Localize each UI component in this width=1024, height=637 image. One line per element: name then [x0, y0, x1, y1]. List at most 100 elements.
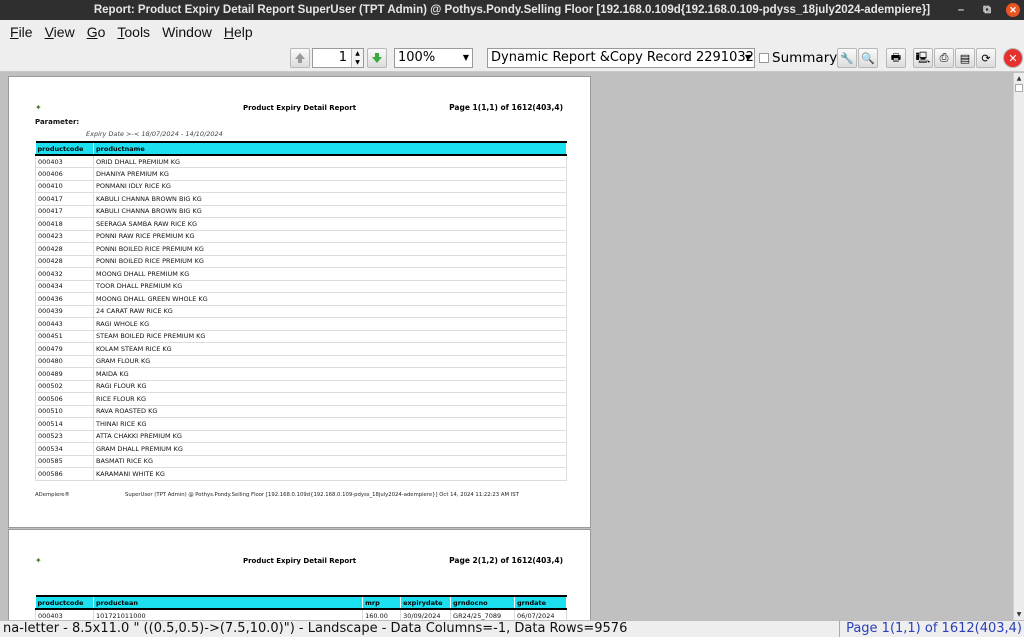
archive-button[interactable]: ⎙ [934, 48, 954, 68]
report-toolbar: 1 ▲ ▼ 100% ▼ Dynamic Report &Copy Record … [0, 44, 1024, 72]
footer-info: SuperUser (TPT Admin) @ Pothys.Pondy.Sel… [125, 492, 519, 498]
scroll-down-icon[interactable]: ▼ [1014, 609, 1024, 620]
checkbox-icon[interactable] [759, 53, 769, 63]
table-row: 000514 THINAI RICE KG [35, 417, 567, 431]
cell-productcode: 000514 [35, 417, 94, 431]
cell-productcode: 000432 [35, 267, 94, 281]
chevron-down-icon: ▼ [744, 53, 752, 62]
cell-expirydate: 30/09/2024 [400, 609, 452, 620]
cell-productcode: 000418 [35, 217, 94, 231]
table-row: 000439 24 CARAT RAW RICE KG [35, 305, 567, 318]
cell-productcode: 000480 [35, 355, 94, 368]
cell-productcode: 000534 [35, 442, 94, 456]
table-row: 000443 RAGI WHOLE KG [35, 317, 567, 331]
previous-page-button[interactable] [290, 48, 310, 68]
cell-productcode: 000502 [35, 380, 94, 393]
summary-checkbox[interactable]: Summary [759, 48, 837, 68]
window-title-bar: Report: Product Expiry Detail Report Sup… [0, 0, 1024, 20]
menu-view[interactable]: View [45, 24, 75, 40]
table-row: 000479 KOLAM STEAM RICE KG [35, 342, 567, 356]
cell-productname: ATTA CHAKKI PREMIUM KG [93, 430, 567, 443]
zoom-select[interactable]: 100% ▼ [394, 48, 473, 68]
scroll-up-icon[interactable]: ▲ [1014, 73, 1024, 84]
cell-productcode: 000406 [35, 167, 94, 181]
column-header-mrp: mrp [362, 595, 402, 610]
cell-productcode: 000417 [35, 205, 94, 218]
cell-productcode: 000439 [35, 305, 94, 318]
cell-productcode: 000403 [35, 155, 94, 168]
find-button[interactable]: 🔍 [858, 48, 878, 68]
cell-productname: TOOR DHALL PREMIUM KG [93, 280, 567, 293]
menu-help[interactable]: Help [224, 24, 253, 40]
spinner-arrows-icon[interactable]: ▲ ▼ [351, 49, 363, 67]
zoom-value: 100% [398, 50, 436, 65]
refresh-button[interactable]: ⟳ [976, 48, 996, 68]
next-page-button[interactable] [367, 48, 387, 68]
cell-productean: 101721011000 [93, 609, 364, 620]
column-header-productean: productean [93, 595, 364, 610]
scrollbar-thumb[interactable] [1015, 84, 1023, 92]
customize-report-button[interactable]: 🔧 [837, 48, 857, 68]
report-format-select[interactable]: Dynamic Report &Copy Record 2291032 ▼ [487, 48, 755, 68]
table-row: 000417 KABULI CHANNA BROWN BIG KG [35, 192, 567, 206]
page-number-value: 1 [338, 50, 347, 65]
table-row: 000586 KARAMANI WHITE KG [35, 467, 567, 481]
table-row: 000403 101721011000 160.00 30/09/2024 GR24/2… [35, 609, 567, 620]
report-page-2: ✦ Product Expiry Detail Report Page 2(1,… [8, 529, 591, 620]
table-row: 000423 PONNI RAW RICE PREMIUM KG [35, 230, 567, 243]
menu-window[interactable]: Window [162, 24, 212, 40]
cell-productname: MOONG DHALL PREMIUM KG [93, 267, 567, 281]
page-number-spinner[interactable]: 1 ▲ ▼ [312, 48, 364, 68]
close-report-button[interactable]: ✕ [1003, 48, 1023, 68]
send-mail-button[interactable]: 🖳 [913, 48, 933, 68]
vertical-scrollbar[interactable]: ▲ ▼ [1013, 73, 1024, 620]
cell-grndocno: GR24/25_7089 [450, 609, 515, 620]
export-button[interactable]: ▤ [955, 48, 975, 68]
report-viewport[interactable]: ✦ Product Expiry Detail Report Page 1(1,… [0, 73, 1013, 620]
print-button[interactable]: 🖶 [886, 48, 906, 68]
cell-grndate: 06/07/2024 [514, 609, 567, 620]
arrow-down-icon [372, 53, 382, 63]
report-page-1: ✦ Product Expiry Detail Report Page 1(1,… [8, 76, 591, 528]
cell-productcode: 000403 [35, 609, 94, 620]
table-row: 000410 PONMANI IDLY RICE KG [35, 180, 567, 193]
table-row: 000489 MAIDA KG [35, 367, 567, 381]
computer-icon: 🖳 [915, 50, 931, 64]
cell-productname: RICE FLOUR KG [93, 392, 567, 406]
status-page-indicator[interactable]: Page 1(1,1) of 1612(403,4) [839, 621, 1022, 637]
cell-productcode: 000510 [35, 405, 94, 418]
column-header-expirydate: expirydate [400, 595, 452, 610]
column-header-productname: productname [93, 141, 567, 156]
menu-tools[interactable]: Tools [117, 24, 150, 40]
report-table-page-1: productcode productname 000403 ORID DHALL … [35, 141, 567, 481]
cell-productcode: 000417 [35, 192, 94, 206]
cell-productname: 24 CARAT RAW RICE KG [93, 305, 567, 318]
maximize-icon[interactable]: ⧉ [980, 0, 994, 20]
cell-productcode: 000506 [35, 392, 94, 406]
table-row: 000434 TOOR DHALL PREMIUM KG [35, 280, 567, 293]
menu-go[interactable]: Go [87, 24, 106, 40]
cell-productcode: 000436 [35, 292, 94, 306]
printer-icon: 🖶 [890, 50, 902, 64]
table-header-row: productcode productean mrp expirydate grndoc… [35, 595, 567, 610]
refresh-icon: ⟳ [981, 51, 991, 65]
table-row: 000451 STEAM BOILED RICE PREMIUM KG [35, 330, 567, 343]
cell-productname: RAVA ROASTED KG [93, 405, 567, 418]
cell-productcode: 000451 [35, 330, 94, 343]
report-format-value: Dynamic Report &Copy Record 2291032 [491, 50, 754, 65]
cell-productcode: 000434 [35, 280, 94, 293]
menu-file[interactable]: File [10, 24, 33, 40]
parameter-expiry-date: Expiry Date >-< 18/07/2024 - 14/10/2024 [86, 130, 223, 138]
close-icon[interactable]: ✕ [1006, 3, 1020, 17]
menu-bar: File View Go Tools Window Help [0, 20, 1024, 44]
cell-productname: STEAM BOILED RICE PREMIUM KG [93, 330, 567, 343]
table-row: 000534 GRAM DHALL PREMIUM KG [35, 442, 567, 456]
minimize-icon[interactable]: – [954, 0, 968, 20]
table-row: 000406 DHANIYA PREMIUM KG [35, 167, 567, 181]
cell-productcode: 000428 [35, 255, 94, 268]
cell-productname: PONNI BOILED RICE PREMIUM KG [93, 242, 567, 256]
table-row: 000506 RICE FLOUR KG [35, 392, 567, 406]
table-header-row: productcode productname [35, 141, 567, 156]
cell-productname: KABULI CHANNA BROWN BIG KG [93, 205, 567, 218]
cell-productcode: 000428 [35, 242, 94, 256]
